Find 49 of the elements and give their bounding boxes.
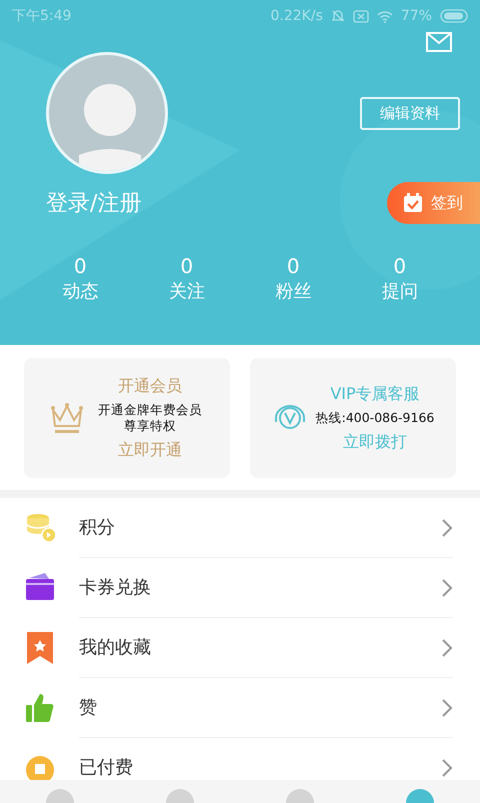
card-action-link[interactable]: 立即拨打 <box>343 430 407 454</box>
tab-icon[interactable] <box>406 789 434 803</box>
wifi-icon <box>376 10 393 22</box>
stat-count: 0 <box>180 254 194 278</box>
chevron-right-icon <box>441 518 453 538</box>
chevron-right-icon <box>441 758 453 778</box>
menu-item[interactable]: 赞 <box>0 678 480 738</box>
status-time: 下午5:49 <box>12 6 72 26</box>
card-title: 开通会员 <box>118 374 182 397</box>
card-title: VIP专属客服 <box>330 382 420 405</box>
bookmark-icon <box>24 632 54 664</box>
mute-icon <box>330 9 345 23</box>
tab-icon[interactable] <box>46 789 74 803</box>
card-description: 开通金牌年费会员 <box>98 402 202 418</box>
chevron-right-icon <box>441 698 453 718</box>
card-description: 尊享特权 <box>123 418 177 434</box>
menu-label: 积分 <box>79 516 115 540</box>
sim-icon <box>352 10 369 22</box>
stat-label[interactable]: 关注 <box>168 278 205 305</box>
menu-label: 已付费 <box>79 756 133 780</box>
battery-percent: 77% <box>400 6 432 26</box>
stat-label[interactable]: 粉丝 <box>275 278 312 305</box>
stat-label[interactable]: 提问 <box>382 278 418 305</box>
tab-icon[interactable] <box>166 789 194 803</box>
mail-icon[interactable] <box>426 32 452 52</box>
menu-item[interactable]: 卡券兑换 <box>0 558 480 618</box>
menu-item[interactable]: 我的收藏 <box>0 618 480 678</box>
edit-profile-button[interactable]: 编辑资料 <box>360 97 460 130</box>
menu-label: 我的收藏 <box>79 636 151 660</box>
stat-count: 0 <box>286 254 300 278</box>
stat-count: 0 <box>393 254 406 278</box>
tab-icon[interactable] <box>286 789 314 803</box>
crown-icon <box>50 402 84 434</box>
network-speed: 0.22K/s <box>270 6 323 26</box>
coins-icon <box>24 512 54 544</box>
chevron-right-icon <box>441 638 453 658</box>
thumbs-up-icon <box>24 692 54 724</box>
menu-item[interactable]: 积分 <box>0 498 480 558</box>
menu-label: 卡券兑换 <box>79 576 151 600</box>
calendar-check-icon <box>403 193 423 213</box>
stat-count: 0 <box>74 254 87 278</box>
stat-label[interactable]: 动态 <box>62 278 98 305</box>
check-in-button[interactable]: 签到 <box>387 182 480 224</box>
card-action-link[interactable]: 立即开通 <box>118 438 182 462</box>
menu-label: 赞 <box>79 696 97 720</box>
chevron-right-icon <box>441 578 453 598</box>
login-register-link[interactable]: 登录/注册 <box>46 186 142 220</box>
card-description: 热线:400-086-9166 <box>316 410 434 426</box>
battery-icon <box>440 9 468 23</box>
